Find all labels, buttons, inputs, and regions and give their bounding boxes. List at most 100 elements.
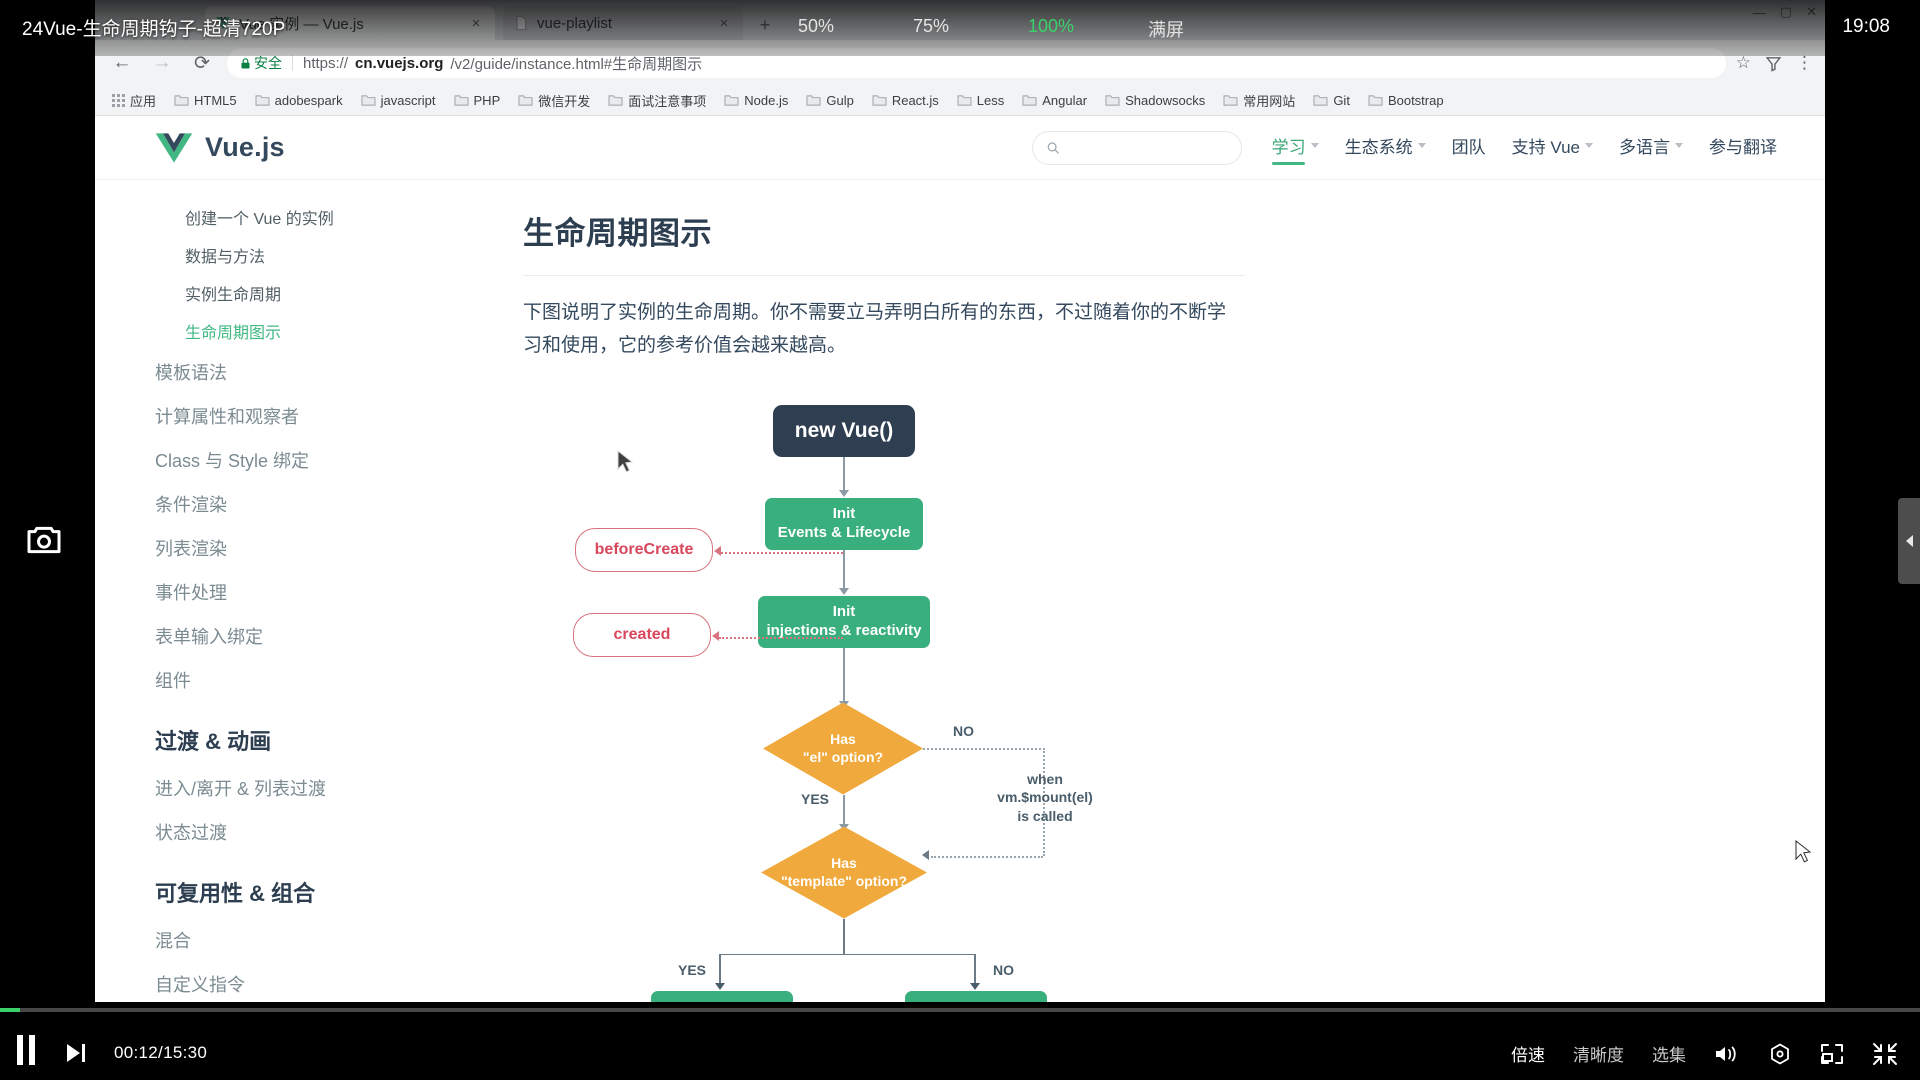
sidebar-heading-transitions: 过渡 & 动画	[155, 729, 272, 754]
quality-option-50[interactable]: 50%	[798, 16, 834, 37]
node-line-1: Init	[832, 505, 856, 523]
sidebar-item-list-rendering[interactable]: 列表渲染	[155, 526, 505, 570]
browser-menu-icon[interactable]: ⋮	[1796, 53, 1813, 73]
bookmark-label: 面试注意事项	[628, 94, 707, 109]
page-title: 生命周期图示	[523, 216, 712, 251]
episodes-button[interactable]: 选集	[1652, 1041, 1686, 1066]
bookmark-apps[interactable]: 应用	[105, 88, 163, 113]
bookmark-item[interactable]: Bootstrap	[1361, 90, 1451, 111]
diagram-note-mount: when vm.$mount(el) is called	[997, 770, 1093, 825]
sidebar-item-conditional[interactable]: 条件渲染	[155, 482, 505, 526]
pause-button[interactable]	[14, 1035, 38, 1070]
bookmark-label: Shadowsocks	[1125, 93, 1206, 108]
volume-icon[interactable]	[1714, 1043, 1740, 1065]
diagram-node-compile-template	[651, 990, 793, 1002]
bookmark-item[interactable]: 微信开发	[511, 88, 597, 113]
bookmark-label: 应用	[130, 94, 157, 109]
bookmark-item[interactable]: javascript	[354, 90, 443, 111]
title-divider	[523, 275, 1245, 276]
camera-icon	[27, 526, 61, 554]
hook-connector	[721, 551, 843, 554]
bookmark-label: PHP	[473, 93, 501, 108]
progress-bar[interactable]	[0, 1008, 1920, 1012]
sidebar-item-instance-lifecycle[interactable]: 实例生命周期	[155, 274, 505, 312]
sidebar-item-mixins[interactable]: 混合	[155, 918, 505, 962]
bookmark-item[interactable]: Angular	[1015, 90, 1094, 111]
nav-item-language[interactable]: 多语言	[1619, 133, 1683, 163]
sidebar-item-data-methods[interactable]: 数据与方法	[155, 236, 505, 274]
chevron-down-icon	[1585, 142, 1593, 148]
search-icon	[1047, 141, 1059, 154]
bookmark-item[interactable]: Node.js	[717, 90, 795, 111]
sidebar-item-lifecycle-diagram[interactable]: 生命周期图示	[155, 312, 505, 350]
folder-icon	[724, 95, 739, 106]
bookmark-item[interactable]: 常用网站	[1216, 88, 1302, 113]
side-panel-toggle[interactable]	[1898, 498, 1920, 584]
chevron-down-icon	[1675, 142, 1683, 148]
bookmark-item[interactable]: Less	[950, 90, 1011, 111]
nav-item-translate[interactable]: 参与翻译	[1709, 133, 1777, 163]
snapshot-icon[interactable]	[1768, 1042, 1792, 1066]
nav-item-ecosystem[interactable]: 生态系统	[1345, 133, 1426, 163]
quality-option-fullscreen[interactable]: 满屏	[1148, 16, 1184, 42]
sidebar-item-create-instance[interactable]: 创建一个 Vue 的实例	[155, 198, 505, 236]
extension-icon[interactable]	[1765, 55, 1782, 72]
sidebar-item-custom-directives[interactable]: 自定义指令	[155, 962, 505, 1002]
sidebar-item-class-style[interactable]: Class 与 Style 绑定	[155, 438, 505, 482]
node-line-2: "template" option?	[780, 872, 908, 889]
bookmark-label: Less	[976, 93, 1005, 108]
sidebar-item-template-syntax[interactable]: 模板语法	[155, 350, 505, 394]
sidebar-item-event-handling[interactable]: 事件处理	[155, 570, 505, 614]
lock-icon	[241, 57, 250, 68]
folder-icon	[1313, 95, 1328, 106]
search-box[interactable]	[1031, 130, 1242, 165]
toolbar-actions: ☆ ⋮	[1736, 53, 1813, 73]
split-line	[719, 953, 975, 955]
bookmark-label: Node.js	[744, 93, 789, 108]
diagram-node-created: created	[573, 612, 711, 657]
folder-icon	[957, 95, 972, 106]
system-clock: 19:08	[1842, 16, 1890, 37]
nav-item-support[interactable]: 支持 Vue	[1512, 133, 1593, 163]
definition-button[interactable]: 清晰度	[1573, 1041, 1624, 1066]
sidebar-item-computed-watchers[interactable]: 计算属性和观察者	[155, 394, 505, 438]
security-indicator: 安全	[241, 53, 282, 73]
bookmark-item[interactable]: Gulp	[799, 90, 860, 111]
sidebar-item-enter-leave[interactable]: 进入/离开 & 列表过渡	[155, 766, 505, 810]
quality-option-100[interactable]: 100%	[1028, 16, 1074, 37]
site-brand[interactable]: Vue.js	[155, 131, 285, 165]
arrow-head	[839, 489, 849, 497]
sidebar-item-components[interactable]: 组件	[155, 658, 505, 702]
bookmark-item[interactable]: Shadowsocks	[1098, 90, 1212, 111]
bookmark-item[interactable]: 面试注意事项	[601, 88, 713, 113]
bookmark-item[interactable]: Git	[1306, 90, 1357, 111]
snapshot-side-button[interactable]	[24, 520, 64, 560]
bookmark-item[interactable]: PHP	[447, 90, 508, 111]
bookmark-label: HTML5	[194, 93, 237, 108]
sidebar-item-state-transition[interactable]: 状态过渡	[155, 810, 505, 854]
next-button[interactable]	[64, 1042, 88, 1064]
diagram-node-new-vue: new Vue()	[773, 404, 915, 457]
folder-icon	[1368, 95, 1383, 106]
player-top-gradient	[0, 0, 1920, 56]
speed-button[interactable]: 倍速	[1511, 1041, 1545, 1066]
omnibox-divider	[292, 55, 293, 71]
picture-in-picture-icon[interactable]	[1820, 1043, 1844, 1065]
search-input[interactable]	[1067, 139, 1227, 156]
bookmark-star-icon[interactable]: ☆	[1736, 53, 1751, 73]
bookmark-item[interactable]: React.js	[865, 90, 946, 111]
bookmark-item[interactable]: adobespark	[248, 90, 350, 111]
apps-grid-icon	[112, 94, 125, 107]
bookmark-label: React.js	[891, 93, 939, 108]
sidebar-item-form-binding[interactable]: 表单输入绑定	[155, 614, 505, 658]
bookmark-item[interactable]: HTML5	[167, 90, 244, 111]
nav-label: 学习	[1271, 137, 1306, 157]
nav-label: 团队	[1451, 137, 1486, 157]
bookmark-label: Gulp	[826, 93, 854, 108]
nav-item-learn[interactable]: 学习	[1271, 133, 1319, 165]
nav-item-team[interactable]: 团队	[1452, 133, 1486, 163]
quality-option-75[interactable]: 75%	[913, 16, 949, 37]
exit-fullscreen-icon[interactable]	[1872, 1042, 1898, 1066]
diagram-label-yes-el: YES	[801, 790, 830, 807]
nav-label: 参与翻译	[1709, 137, 1777, 157]
